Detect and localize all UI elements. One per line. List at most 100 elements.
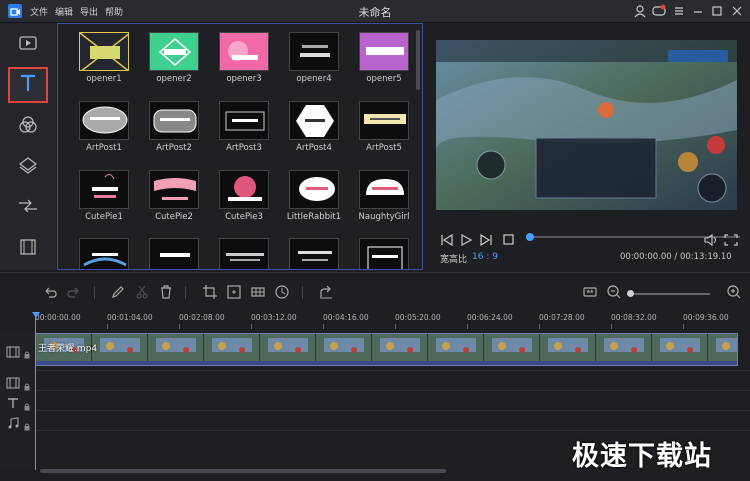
playhead[interactable]: [35, 312, 36, 470]
transitions-button[interactable]: [9, 191, 47, 225]
zoom-in-icon[interactable]: [726, 284, 742, 300]
ruler-tick: [395, 324, 396, 329]
scissors-icon[interactable]: [134, 284, 150, 300]
elements-button[interactable]: [9, 232, 47, 266]
template-label: CutePie3: [225, 212, 263, 222]
template-label: opener3: [226, 74, 262, 84]
track-divider: [35, 430, 750, 431]
filters-icon: [18, 115, 38, 139]
template-thumb[interactable]: [359, 32, 409, 71]
toolbar-divider: [94, 286, 95, 299]
edit-pencil-icon[interactable]: [110, 284, 126, 300]
lock-icon[interactable]: [24, 396, 30, 415]
layers-icon: [18, 155, 38, 179]
progress-handle[interactable]: [526, 233, 534, 241]
template-thumb[interactable]: [79, 238, 129, 269]
title-bar: 文件 编辑 导出 帮助 未命名: [0, 0, 750, 23]
close-icon[interactable]: [729, 3, 745, 19]
template-thumb[interactable]: [289, 32, 339, 71]
aspect-ratio-label: 宽高比: [440, 255, 468, 265]
template-label: LittleRabbit1: [286, 212, 342, 222]
zoom-slider[interactable]: [630, 293, 710, 295]
zoom-slider-handle[interactable]: [627, 290, 634, 297]
fullscreen-icon[interactable]: [724, 231, 738, 246]
grid-scrollbar[interactable]: [416, 30, 420, 90]
ruler-label: 00:05:20.00: [395, 313, 441, 322]
volume-icon[interactable]: [703, 231, 719, 247]
template-thumb[interactable]: [149, 170, 199, 209]
maximize-icon[interactable]: [709, 3, 725, 19]
track-divider: [35, 390, 750, 391]
fit-timeline-icon[interactable]: [582, 284, 598, 300]
template-label: ArtPost5: [366, 143, 402, 153]
music-track-icon: [6, 414, 20, 433]
ruler-tick: [107, 324, 108, 329]
ruler-tick: [251, 324, 252, 329]
template-thumb[interactable]: [289, 238, 339, 269]
media-button[interactable]: [9, 28, 47, 62]
ruler-label: 00:06:24.00: [467, 313, 513, 322]
ruler-label: 00:02:08.00: [179, 313, 225, 322]
template-thumb[interactable]: [149, 101, 199, 140]
template-thumb[interactable]: [149, 32, 199, 71]
timeline-scrollbar[interactable]: [40, 469, 446, 473]
template-thumb[interactable]: [289, 170, 339, 209]
template-thumb[interactable]: [79, 32, 129, 71]
track-divider: [35, 370, 750, 371]
undo-icon[interactable]: [42, 284, 58, 300]
user-icon[interactable]: [632, 3, 648, 19]
time-display: 00:00:00.00 / 00:13:19.10: [620, 252, 732, 262]
clip-name: 王者荣耀.mp4: [38, 344, 98, 354]
play-icon[interactable]: [459, 231, 473, 247]
mosaic-icon[interactable]: [250, 284, 266, 300]
template-thumb[interactable]: [289, 101, 339, 140]
template-thumb[interactable]: [359, 101, 409, 140]
aspect-ratio-value[interactable]: 16 : 9: [472, 252, 498, 262]
toolbar-divider: [302, 286, 303, 299]
template-thumb[interactable]: [359, 170, 409, 209]
delete-icon[interactable]: [158, 284, 174, 300]
template-grid: opener1 opener2 opener3 opener4 opener5 …: [57, 23, 423, 270]
template-thumb[interactable]: [219, 32, 269, 71]
text-track-icon: [6, 394, 20, 413]
zoom-out-icon[interactable]: [606, 284, 622, 300]
ruler-label: 00:03:12.00: [251, 313, 297, 322]
ruler-tick: [323, 324, 324, 329]
video-clip[interactable]: [35, 333, 738, 366]
template-thumb[interactable]: [219, 101, 269, 140]
minimize-icon[interactable]: [690, 3, 706, 19]
ruler-label: 00:00:00.00: [35, 313, 81, 322]
previous-frame-icon[interactable]: [440, 231, 454, 247]
duration-icon[interactable]: [274, 284, 290, 300]
video-track-icon: [6, 343, 20, 362]
template-label: ArtPost2: [156, 143, 192, 153]
ruler-tick: [467, 324, 468, 329]
toolbar-divider: [185, 286, 186, 299]
filters-button[interactable]: [9, 110, 47, 144]
overlay-button[interactable]: [9, 150, 47, 184]
redo-icon[interactable]: [66, 284, 82, 300]
next-frame-icon[interactable]: [479, 231, 493, 247]
track-divider: [35, 410, 750, 411]
video-preview: [436, 40, 737, 210]
ruler-label: 00:08:32.00: [611, 313, 657, 322]
export-share-icon[interactable]: [318, 284, 334, 300]
lock-icon[interactable]: [24, 376, 30, 395]
transition-icon: [17, 198, 39, 218]
zoom-crop-icon[interactable]: [226, 284, 242, 300]
template-thumb[interactable]: [359, 238, 409, 269]
lock-icon[interactable]: [24, 344, 30, 363]
menu-icon[interactable]: [671, 3, 687, 19]
template-thumb[interactable]: [79, 170, 129, 209]
text-button[interactable]: [8, 67, 48, 103]
message-icon[interactable]: [651, 3, 667, 19]
template-thumb[interactable]: [79, 101, 129, 140]
lock-icon[interactable]: [24, 416, 30, 435]
crop-icon[interactable]: [202, 284, 218, 300]
playhead-handle[interactable]: [32, 312, 40, 318]
template-thumb[interactable]: [149, 238, 199, 269]
template-thumb[interactable]: [219, 238, 269, 269]
stop-icon[interactable]: [502, 231, 516, 245]
template-thumb[interactable]: [219, 170, 269, 209]
media-icon: [18, 35, 38, 55]
